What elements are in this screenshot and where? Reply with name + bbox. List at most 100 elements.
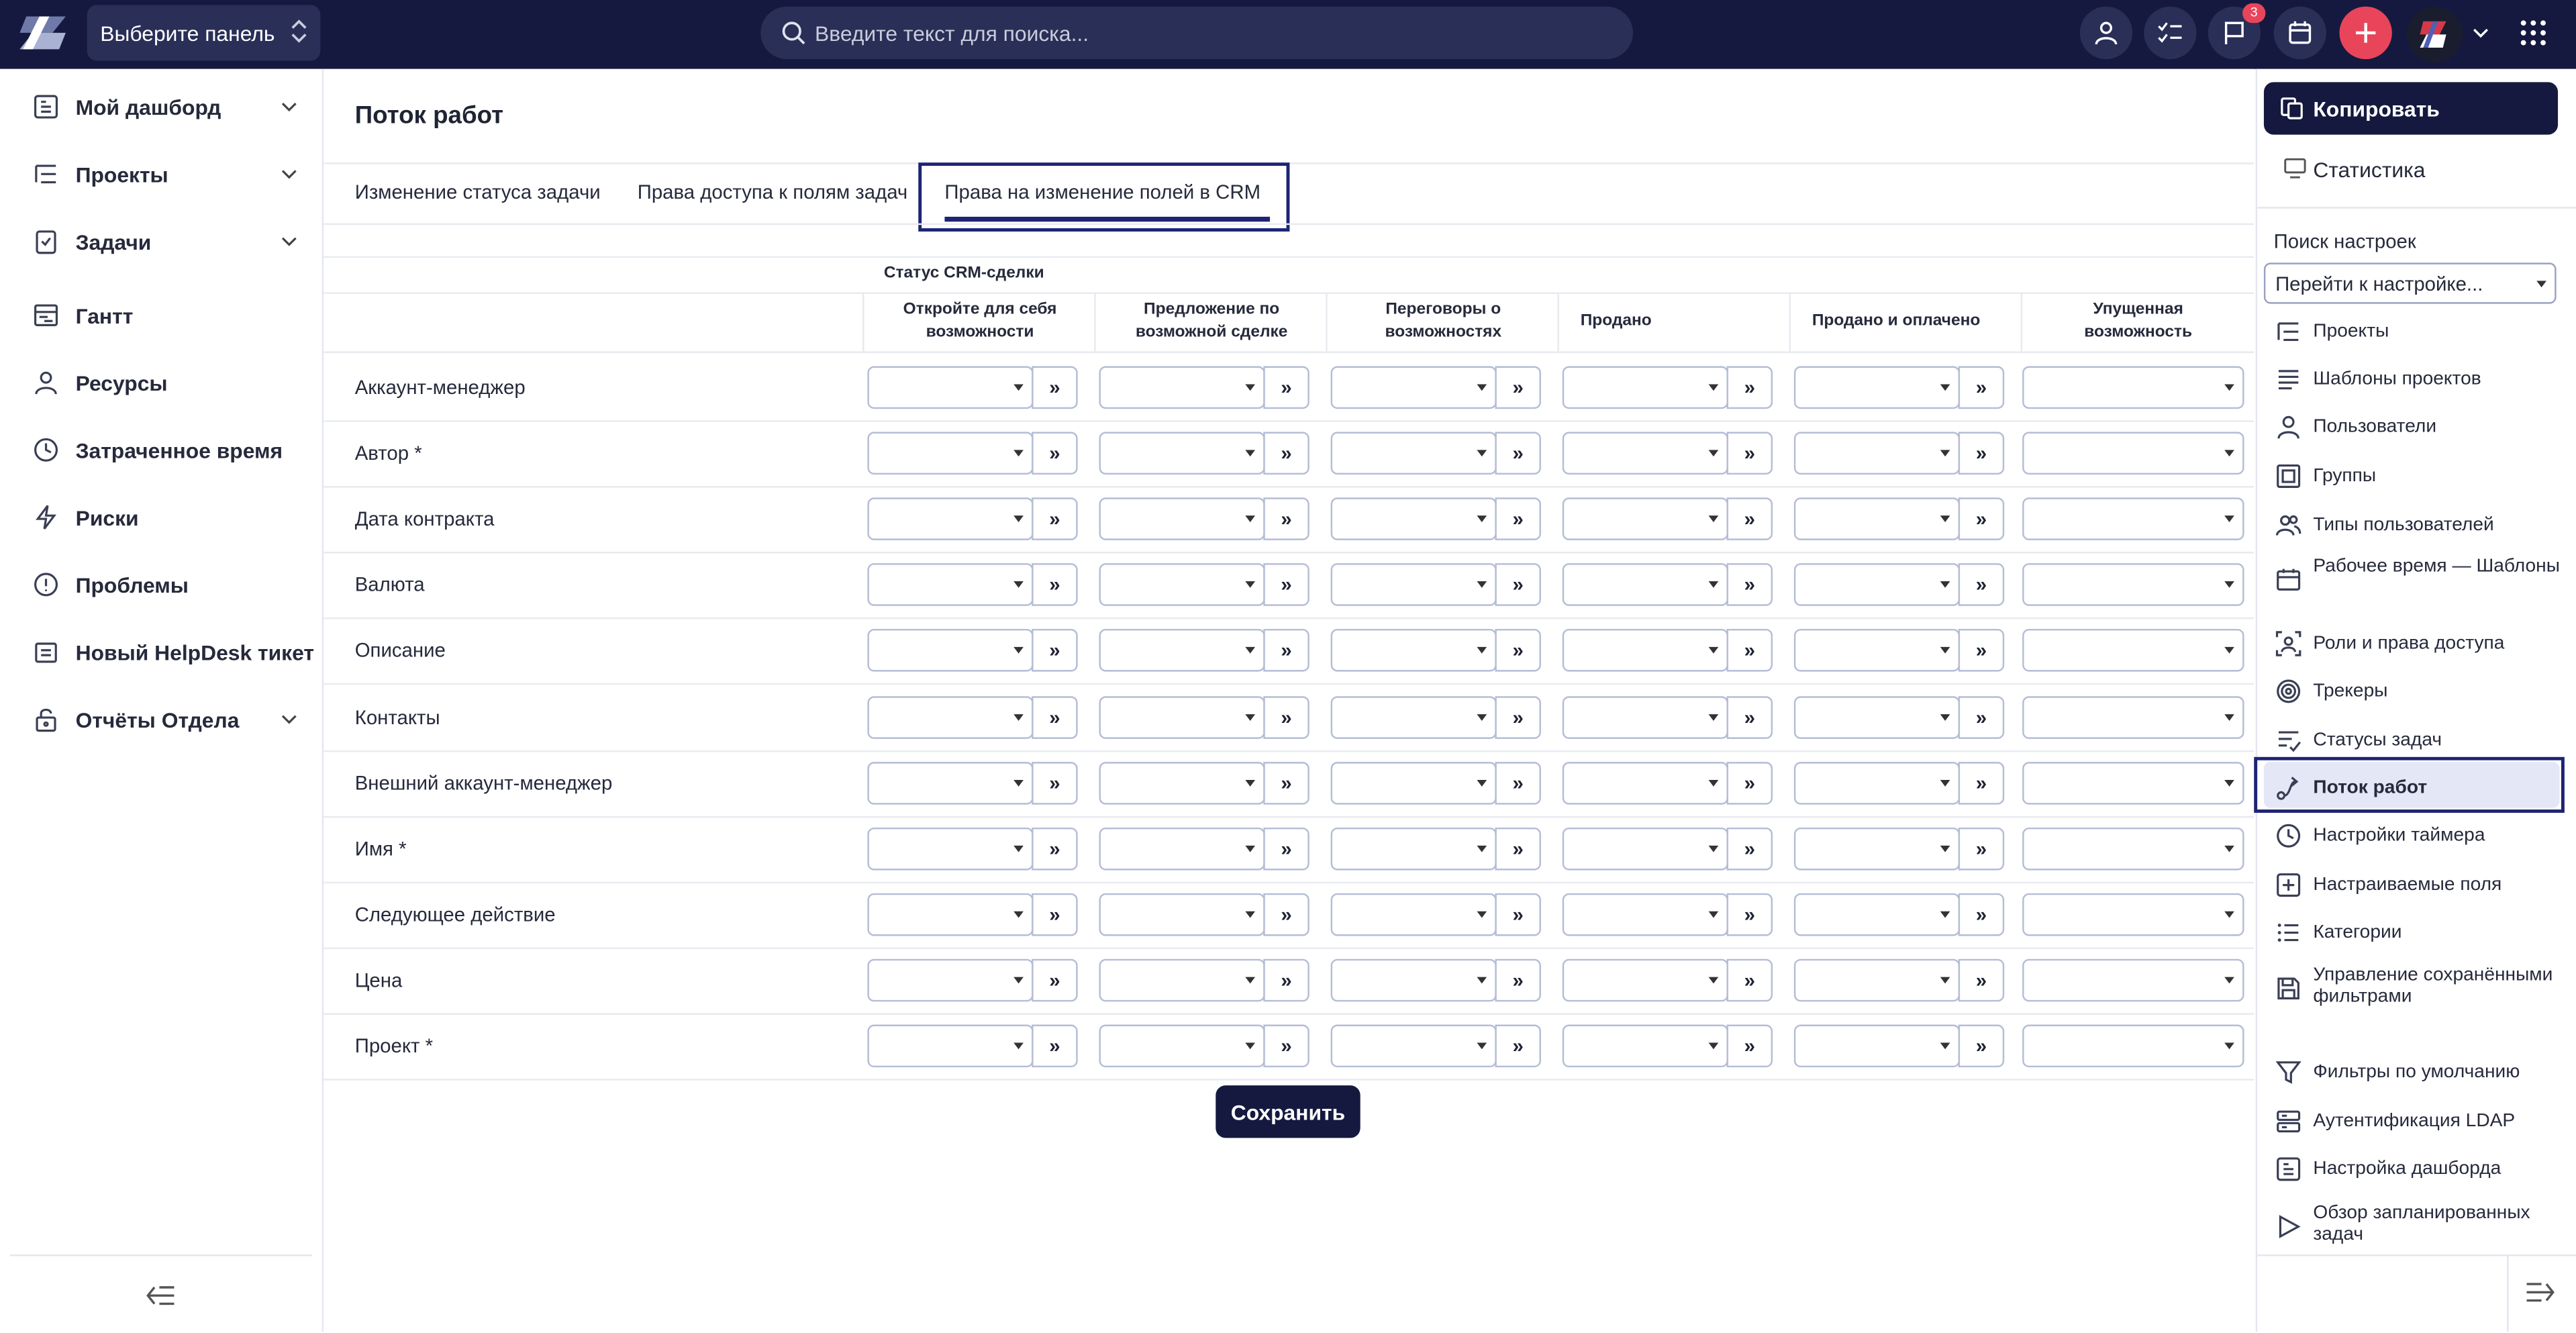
copy-right-button[interactable]: » bbox=[1032, 1024, 1078, 1068]
settings-item-3[interactable]: Группы bbox=[2257, 463, 2576, 493]
permission-select[interactable] bbox=[2022, 366, 2244, 409]
copy-right-button[interactable]: » bbox=[1032, 695, 1078, 738]
copy-right-button[interactable]: » bbox=[1263, 629, 1309, 673]
copy-right-button[interactable]: » bbox=[1726, 629, 1773, 673]
copy-right-button[interactable]: » bbox=[1958, 366, 2005, 409]
statistics-button[interactable]: Статистика bbox=[2264, 143, 2558, 195]
sidebar-item-5[interactable]: Затраченное время bbox=[0, 422, 322, 478]
copy-right-button[interactable]: » bbox=[1032, 761, 1078, 804]
copy-right-button[interactable]: » bbox=[1726, 563, 1773, 607]
copy-right-button[interactable]: » bbox=[1495, 958, 1541, 1002]
permission-select[interactable] bbox=[1793, 958, 1961, 1002]
copy-right-button[interactable]: » bbox=[1495, 366, 1541, 409]
settings-item-13[interactable]: Управление сохранёнными фильтрами bbox=[2257, 965, 2576, 1034]
permission-select[interactable] bbox=[1099, 761, 1265, 804]
panel-selector[interactable]: Выберите панель bbox=[87, 5, 321, 61]
permission-select[interactable] bbox=[1099, 827, 1265, 870]
copy-button[interactable]: Копировать bbox=[2263, 82, 2559, 135]
permission-select[interactable] bbox=[1793, 629, 1961, 673]
copy-right-button[interactable]: » bbox=[1726, 366, 1773, 409]
permission-select[interactable] bbox=[1793, 366, 1961, 409]
copy-right-button[interactable]: » bbox=[1263, 563, 1309, 607]
settings-item-1[interactable]: Шаблоны проектов bbox=[2257, 366, 2576, 396]
copy-right-button[interactable]: » bbox=[1495, 827, 1541, 870]
profile-button[interactable] bbox=[2079, 6, 2133, 60]
permission-select[interactable] bbox=[1330, 497, 1497, 541]
copy-right-button[interactable]: » bbox=[1958, 629, 2005, 673]
collapse-sidebar-icon[interactable] bbox=[144, 1283, 177, 1309]
copy-right-button[interactable]: » bbox=[1032, 827, 1078, 870]
copy-right-button[interactable]: » bbox=[1958, 695, 2005, 738]
permission-select[interactable] bbox=[1099, 432, 1265, 475]
permission-select[interactable] bbox=[1330, 827, 1497, 870]
settings-item-0[interactable]: Проекты bbox=[2257, 319, 2576, 348]
copy-right-button[interactable]: » bbox=[1958, 761, 2005, 804]
copy-right-button[interactable]: » bbox=[1263, 497, 1309, 541]
permission-select[interactable] bbox=[867, 366, 1034, 409]
permission-select[interactable] bbox=[1099, 366, 1265, 409]
permission-select[interactable] bbox=[1330, 563, 1497, 607]
permission-select[interactable] bbox=[867, 827, 1034, 870]
avatar[interactable] bbox=[2406, 6, 2463, 62]
permission-select[interactable] bbox=[2022, 827, 2244, 870]
copy-right-button[interactable]: » bbox=[1263, 432, 1309, 475]
permission-select[interactable] bbox=[2022, 563, 2244, 607]
permission-select[interactable] bbox=[1330, 629, 1497, 673]
permission-select[interactable] bbox=[1099, 629, 1265, 673]
permission-select[interactable] bbox=[2022, 432, 2244, 475]
settings-search-select[interactable]: Перейти к настройке... bbox=[2263, 262, 2557, 304]
copy-right-button[interactable]: » bbox=[1263, 695, 1309, 738]
global-search-input[interactable]: Введите текст для поиска... bbox=[760, 6, 1634, 60]
settings-item-11[interactable]: Настраиваемые поля bbox=[2257, 872, 2576, 901]
permission-select[interactable] bbox=[1793, 761, 1961, 804]
settings-item-17[interactable]: Обзор запланированных задач bbox=[2257, 1203, 2576, 1273]
permission-select[interactable] bbox=[2022, 958, 2244, 1002]
copy-right-button[interactable]: » bbox=[1263, 366, 1309, 409]
chevron-down-icon[interactable] bbox=[281, 100, 297, 113]
settings-item-10[interactable]: Настройки таймера bbox=[2257, 823, 2576, 852]
copy-right-button[interactable]: » bbox=[1958, 958, 2005, 1002]
permission-select[interactable] bbox=[1099, 497, 1265, 541]
settings-item-16[interactable]: Настройка дашборда bbox=[2257, 1156, 2576, 1185]
sidebar-item-2[interactable]: Задачи bbox=[0, 213, 322, 269]
permission-select[interactable] bbox=[1099, 958, 1265, 1002]
copy-right-button[interactable]: » bbox=[1495, 432, 1541, 475]
tab-field-access[interactable]: Права доступа к полям задач bbox=[638, 181, 908, 203]
permission-select[interactable] bbox=[1562, 761, 1728, 804]
copy-right-button[interactable]: » bbox=[1726, 497, 1773, 541]
permission-select[interactable] bbox=[1099, 695, 1265, 738]
sidebar-item-3[interactable]: Гантт bbox=[0, 287, 322, 343]
permission-select[interactable] bbox=[867, 497, 1034, 541]
settings-item-12[interactable]: Категории bbox=[2257, 920, 2576, 949]
copy-right-button[interactable]: » bbox=[1032, 563, 1078, 607]
permission-select[interactable] bbox=[1793, 432, 1961, 475]
app-logo-icon[interactable] bbox=[16, 13, 68, 53]
create-button[interactable] bbox=[2339, 6, 2392, 60]
permission-select[interactable] bbox=[1562, 893, 1728, 936]
copy-right-button[interactable]: » bbox=[1958, 497, 2005, 541]
sidebar-item-7[interactable]: Проблемы bbox=[0, 556, 322, 612]
settings-item-5[interactable]: Рабочее время — Шаблоны bbox=[2257, 556, 2576, 626]
copy-right-button[interactable]: » bbox=[1495, 893, 1541, 936]
copy-right-button[interactable]: » bbox=[1726, 893, 1773, 936]
copy-right-button[interactable]: » bbox=[1032, 497, 1078, 541]
permission-select[interactable] bbox=[1562, 629, 1728, 673]
permission-select[interactable] bbox=[1562, 563, 1728, 607]
permission-select[interactable] bbox=[1793, 1024, 1961, 1068]
permission-select[interactable] bbox=[1793, 563, 1961, 607]
task-list-button[interactable] bbox=[2144, 6, 2197, 60]
collapse-panel-icon[interactable] bbox=[2524, 1279, 2557, 1305]
permission-select[interactable] bbox=[1330, 893, 1497, 936]
permission-select[interactable] bbox=[1330, 1024, 1497, 1068]
sidebar-item-9[interactable]: Отчёты Отдела bbox=[0, 691, 322, 747]
copy-right-button[interactable]: » bbox=[1726, 695, 1773, 738]
permission-select[interactable] bbox=[1793, 827, 1961, 870]
settings-item-14[interactable]: Фильтры по умолчанию bbox=[2257, 1059, 2576, 1089]
permission-select[interactable] bbox=[1793, 893, 1961, 936]
settings-item-8[interactable]: Статусы задач bbox=[2257, 728, 2576, 757]
copy-right-button[interactable]: » bbox=[1032, 893, 1078, 936]
permission-select[interactable] bbox=[1562, 958, 1728, 1002]
permission-select[interactable] bbox=[867, 958, 1034, 1002]
permission-select[interactable] bbox=[867, 893, 1034, 936]
permission-select[interactable] bbox=[1793, 695, 1961, 738]
